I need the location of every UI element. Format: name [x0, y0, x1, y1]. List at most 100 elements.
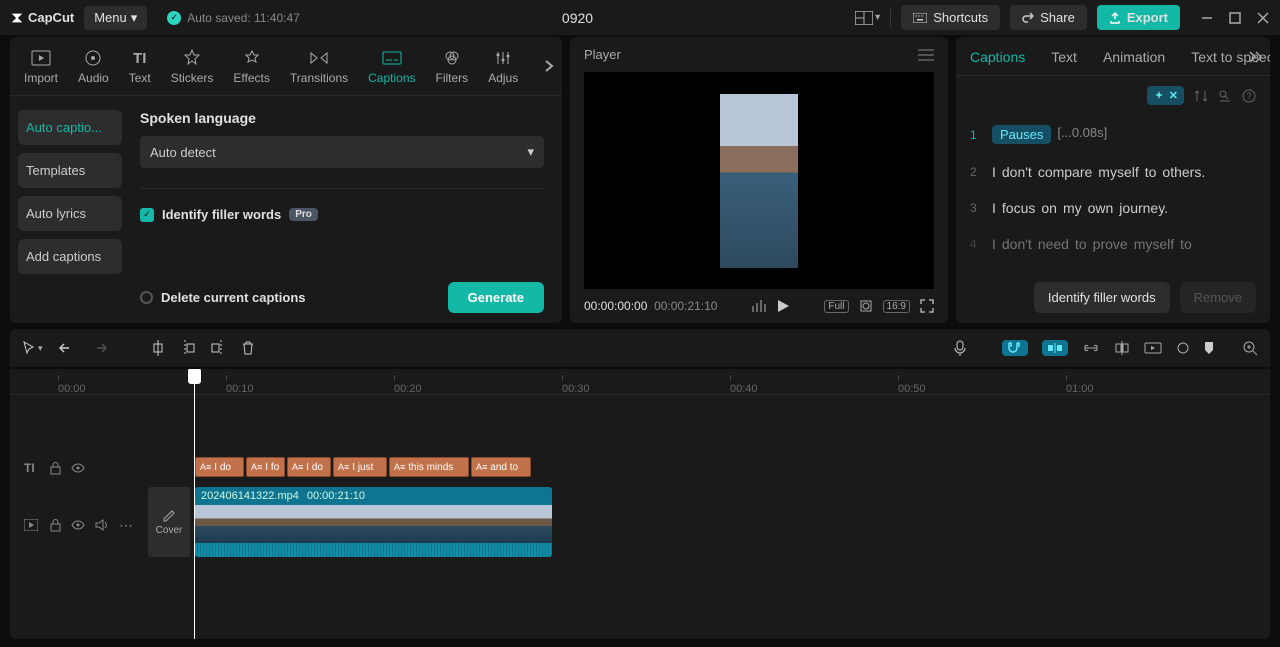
menu-button[interactable]: Menu ▾ — [84, 6, 147, 30]
audio-icon — [83, 49, 103, 67]
captions-form: Spoken language Auto detect ▾ ✓ Identify… — [130, 96, 562, 323]
rtab-text[interactable]: Text — [1051, 49, 1077, 65]
split-left-icon[interactable] — [181, 340, 195, 356]
split-icon[interactable] — [151, 340, 165, 356]
minimize-button[interactable] — [1200, 11, 1214, 25]
identify-filler-button[interactable]: Identify filler words — [1034, 282, 1170, 313]
transitions-icon — [309, 49, 329, 67]
caption-line[interactable]: 2 I don't compare myself to others. — [970, 154, 1256, 190]
help-icon[interactable]: ? — [1242, 89, 1256, 103]
delete-radio[interactable] — [140, 291, 153, 304]
video-clip[interactable]: 202406141322.mp4 00:00:21:10 — [195, 487, 552, 557]
ai-badge[interactable]: ✕ — [1147, 86, 1184, 105]
check-icon: ✓ — [167, 11, 181, 25]
fullscreen-icon[interactable] — [920, 299, 934, 313]
caption-line[interactable]: 3 I focus on my own journey. — [970, 190, 1256, 226]
caption-clip[interactable]: A≡I just — [333, 457, 387, 477]
layout-icon[interactable]: ▾ — [855, 11, 880, 25]
video-track-icon — [24, 519, 40, 531]
chevron-down-icon: ▾ — [131, 10, 138, 26]
sidebar-add-captions[interactable]: Add captions — [18, 239, 122, 274]
marker-icon[interactable] — [1204, 341, 1214, 355]
eye-icon[interactable] — [71, 520, 85, 530]
delete-icon[interactable] — [241, 341, 255, 355]
split-right-icon[interactable] — [211, 340, 225, 356]
lock-icon[interactable] — [50, 462, 61, 475]
sidebar-auto-captions[interactable]: Auto captio... — [18, 110, 122, 145]
chevron-down-icon: ▾ — [527, 144, 534, 160]
media-panel: Import Audio TIText Stickers Effects Tra… — [10, 37, 562, 323]
redo-icon[interactable] — [91, 341, 107, 355]
player-menu-icon[interactable] — [918, 49, 934, 61]
captions-list: 1 Pauses [...0.08s] 2 I don't compare my… — [956, 115, 1270, 272]
player-panel: Player 00:00:00:00 00:00:21:10 Full 16:9 — [570, 37, 948, 323]
share-button[interactable]: Share — [1010, 5, 1087, 30]
cover-button[interactable]: Cover — [148, 487, 190, 557]
mic-icon[interactable] — [954, 340, 966, 356]
link-icon[interactable] — [1082, 343, 1100, 353]
sort-icon[interactable] — [1194, 89, 1208, 103]
rtab-captions[interactable]: Captions — [970, 49, 1025, 65]
ratio-badge[interactable]: 16:9 — [883, 300, 910, 313]
tab-import[interactable]: Import — [14, 45, 68, 95]
player-viewport[interactable] — [584, 72, 934, 289]
mute-icon[interactable] — [95, 519, 109, 531]
snap-icon[interactable] — [1042, 340, 1068, 356]
tab-text[interactable]: TIText — [119, 45, 161, 95]
caption-line[interactable]: 4 I don't need to prove myself to — [970, 226, 1256, 262]
tab-adjust[interactable]: Adjus — [478, 45, 528, 95]
playhead[interactable] — [194, 369, 195, 639]
maximize-button[interactable] — [1228, 11, 1242, 25]
full-badge[interactable]: Full — [824, 300, 848, 313]
caption-clip[interactable]: A≡I do — [287, 457, 331, 477]
tab-stickers[interactable]: Stickers — [161, 45, 224, 95]
filler-checkbox[interactable]: ✓ — [140, 208, 154, 222]
circle-icon[interactable] — [1176, 341, 1190, 355]
pause-badge: Pauses — [992, 125, 1051, 144]
crop-icon[interactable] — [859, 299, 873, 313]
autosave-status: ✓ Auto saved: 11:40:47 — [167, 11, 300, 25]
inspector-panel: Captions Text Animation Text to speech ✕… — [956, 37, 1270, 323]
import-icon — [31, 49, 51, 67]
titlebar: CapCut Menu ▾ ✓ Auto saved: 11:40:47 092… — [0, 0, 1280, 35]
sidebar-auto-lyrics[interactable]: Auto lyrics — [18, 196, 122, 231]
tab-audio[interactable]: Audio — [68, 45, 119, 95]
rtab-animation[interactable]: Animation — [1103, 49, 1165, 65]
preview-icon[interactable] — [1144, 342, 1162, 354]
play-button[interactable] — [776, 299, 790, 313]
eye-icon[interactable] — [71, 463, 85, 473]
language-label: Spoken language — [140, 110, 544, 126]
zoom-add-icon[interactable] — [1242, 340, 1258, 356]
time-display: 00:00:00:00 00:00:21:10 — [584, 299, 717, 313]
align-icon[interactable] — [1114, 341, 1130, 355]
search-list-icon[interactable] — [1218, 89, 1232, 103]
tab-filters[interactable]: Filters — [426, 45, 479, 95]
caption-clip[interactable]: A≡and to — [471, 457, 531, 477]
tab-transitions[interactable]: Transitions — [280, 45, 358, 95]
shortcuts-button[interactable]: Shortcuts — [901, 5, 1000, 30]
pointer-tool-icon[interactable]: ▾ — [22, 341, 43, 355]
adjust-icon — [493, 49, 513, 67]
more-icon[interactable]: ⋯ — [119, 517, 134, 534]
expand-right-icon[interactable] — [1248, 51, 1262, 63]
caption-line[interactable]: 1 Pauses [...0.08s] — [970, 115, 1256, 154]
caption-clip[interactable]: A≡I do — [195, 457, 244, 477]
svg-text:?: ? — [1246, 91, 1251, 101]
sidebar-templates[interactable]: Templates — [18, 153, 122, 188]
generate-button[interactable]: Generate — [448, 282, 544, 313]
caption-clip[interactable]: A≡I fo — [246, 457, 285, 477]
language-select[interactable]: Auto detect ▾ — [140, 136, 544, 168]
caption-clip[interactable]: A≡this minds — [389, 457, 469, 477]
remove-button[interactable]: Remove — [1180, 282, 1256, 313]
tab-effects[interactable]: Effects — [223, 45, 279, 95]
undo-icon[interactable] — [59, 341, 75, 355]
filler-label: Identify filler words — [162, 207, 281, 222]
timeline: 00:00 00:10 00:20 00:30 00:40 00:50 01:0… — [10, 369, 1270, 639]
expand-tabs-icon[interactable] — [542, 59, 556, 73]
close-button[interactable] — [1256, 11, 1270, 25]
volume-bars-icon[interactable] — [752, 300, 766, 312]
lock-icon[interactable] — [50, 519, 61, 532]
magnet-on-icon[interactable] — [1002, 340, 1028, 356]
export-button[interactable]: Export — [1097, 5, 1180, 30]
tab-captions[interactable]: Captions — [358, 45, 425, 95]
